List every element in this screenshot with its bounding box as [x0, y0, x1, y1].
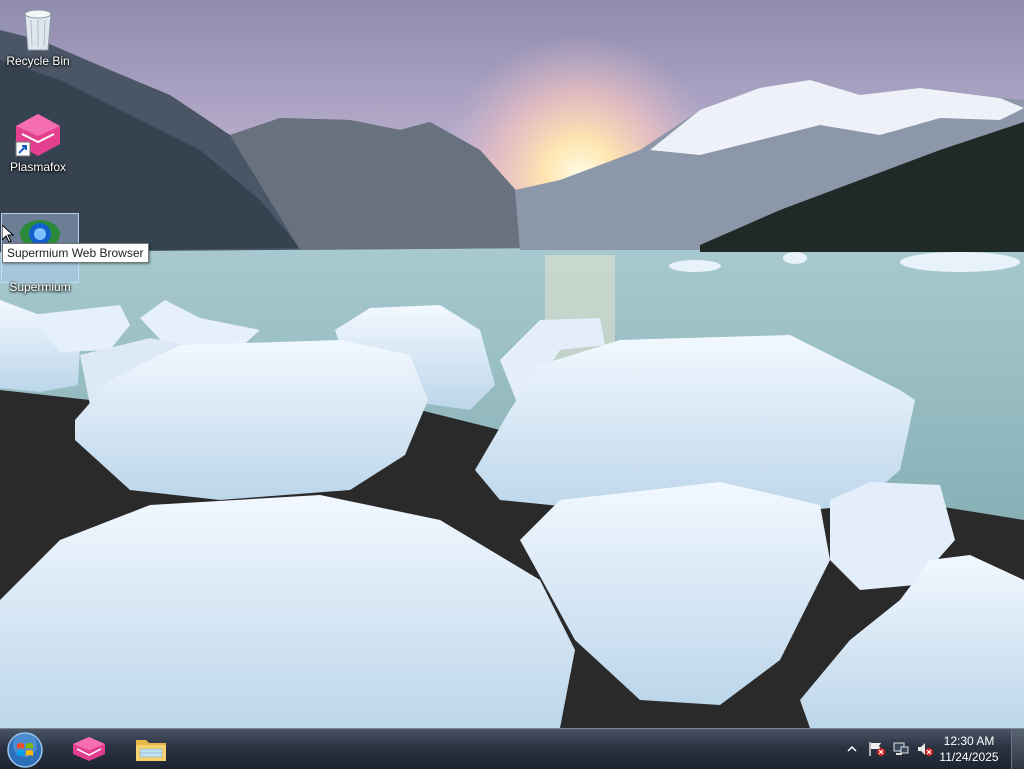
desktop-icon-plasmafox[interactable]: Plasmafox — [0, 112, 76, 174]
show-hidden-icons-chevron-icon[interactable] — [847, 744, 857, 754]
desktop-icon-label: Supermium — [9, 280, 71, 294]
taskbar-button-windows-explorer[interactable] — [124, 732, 178, 766]
taskbar: 12:30 AM 11/24/2025 — [0, 728, 1024, 769]
clock[interactable]: 12:30 AM 11/24/2025 — [934, 733, 1004, 765]
clock-time: 12:30 AM — [943, 734, 995, 748]
volume-muted-icon[interactable] — [916, 741, 934, 757]
mouse-cursor-icon — [2, 225, 14, 243]
folder-icon — [136, 740, 166, 761]
desktop-wallpaper — [0, 0, 1024, 728]
taskbar-button-plasmafox[interactable] — [62, 732, 116, 766]
desktop-icon-label: Recycle Bin — [6, 54, 70, 68]
action-center-flag-icon[interactable] — [868, 741, 886, 757]
recycle-bin-icon — [24, 9, 52, 51]
windows-start-orb-icon — [7, 732, 43, 768]
clock-date: 11/24/2025 — [939, 750, 999, 764]
plasmafox-icon — [15, 114, 60, 157]
network-icon[interactable] — [892, 741, 910, 757]
tooltip: Supermium Web Browser — [2, 243, 149, 263]
show-desktop-button[interactable] — [1011, 729, 1024, 769]
start-button[interactable] — [6, 731, 44, 769]
notification-area — [844, 729, 937, 769]
plasmafox-icon — [73, 737, 105, 761]
desktop-icon-label: Plasmafox — [9, 160, 67, 174]
desktop-icon-recycle-bin[interactable]: Recycle Bin — [0, 6, 76, 68]
